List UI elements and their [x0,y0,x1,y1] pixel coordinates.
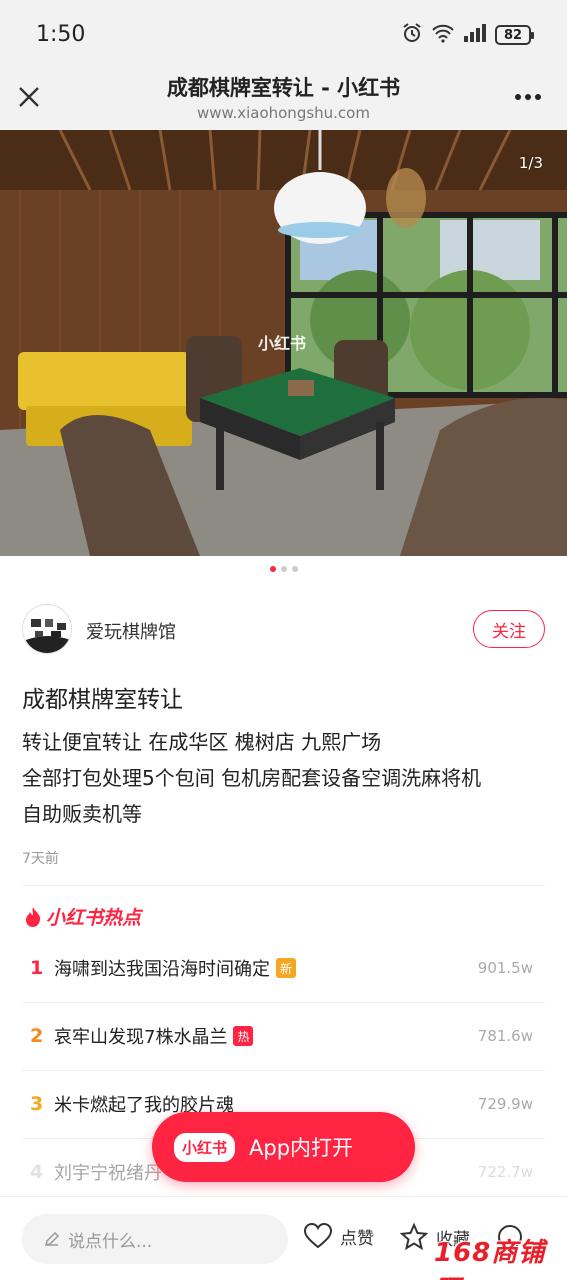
site-watermark: 168商铺旺 [434,1238,546,1280]
pencil-icon [44,1231,60,1247]
author-name[interactable]: 爱玩棋牌馆 [86,618,176,644]
divider [22,885,545,886]
like-button[interactable]: 点赞 [304,1223,374,1249]
status-icons: 82 [401,22,534,48]
carousel-indicator [0,566,567,572]
like-label: 点赞 [340,1228,374,1249]
wifi-icon [431,23,455,47]
author-row: 爱玩棋牌馆 关注 [22,604,545,656]
open-in-app-label: App内打开 [249,1136,354,1160]
image-carousel[interactable]: 1/3 小红书 [0,130,567,556]
hot-rank: 2 [30,1025,44,1047]
avatar-image [23,605,71,653]
more-icon [515,94,541,100]
avatar[interactable] [22,604,72,654]
comment-placeholder: 说点什么... [68,1231,153,1252]
image-watermark: 小红书 [258,334,307,353]
new-badge: 新 [276,958,296,978]
post-content: 成都棋牌室转让 转让便宜转让 在成华区 槐树店 九熙广场 全部打包处理5个包间 … [22,680,545,832]
hot-rank: 1 [30,957,44,979]
browser-header: 成都棋牌室转让 - 小红书 www.xiaohongshu.com [0,62,567,130]
more-button[interactable] [511,82,545,112]
status-bar: 1:50 82 [0,0,567,62]
hot-rank: 3 [30,1093,44,1115]
post-title: 成都棋牌室转让 [22,687,183,713]
heart-icon [304,1223,332,1249]
hot-rank: 4 [30,1161,44,1183]
status-time: 1:50 [36,22,86,47]
hot-count: 781.6w [477,1027,533,1045]
comment-input[interactable]: 说点什么... [22,1214,288,1264]
divider [22,1002,545,1003]
carousel-dot[interactable] [291,566,298,572]
flame-icon [26,906,41,927]
post-text-line: 全部打包处理5个包间 包机房配套设备空调洗麻将机 [22,766,482,790]
signal-icon [463,24,487,46]
page-url: www.xiaohongshu.com [197,104,370,122]
hot-count: 722.7w [477,1163,533,1181]
battery-icon: 82 [495,25,534,45]
hot-list-item[interactable]: 2 哀牢山发现7株水晶兰 热 781.6w [30,1016,533,1056]
open-in-app-button[interactable]: 小红书 App内打开 [152,1112,415,1182]
post-text-line: 转让便宜转让 在成华区 槐树店 九熙广场 [22,730,382,754]
post-text-line: 自助贩卖机等 [22,802,142,826]
hot-text: 哀牢山发现7株水晶兰 [54,1027,228,1048]
hot-count: 901.5w [477,959,533,977]
hot-list-title: 小红书热点 [46,907,142,929]
image-counter: 1/3 [518,154,543,172]
star-icon [400,1223,428,1251]
hot-list-item[interactable]: 1 海啸到达我国沿海时间确定 新 901.5w [30,948,533,988]
follow-button[interactable]: 关注 [473,610,545,648]
carousel-dot[interactable] [280,566,287,572]
hot-list-header: 小红书热点 [24,903,141,930]
xiaohongshu-logo: 小红书 [174,1132,236,1162]
page-title: 成都棋牌室转让 - 小红书 [166,76,401,100]
post-time: 7天前 [22,851,59,867]
divider [22,1070,545,1071]
hot-text: 海啸到达我国沿海时间确定 [54,959,270,980]
hot-text: 刘宇宁祝绪丹 [54,1163,162,1184]
carousel-dot[interactable] [269,566,276,572]
hot-count: 729.9w [477,1095,533,1113]
alarm-icon [401,22,423,48]
hot-badge: 热 [233,1026,254,1046]
